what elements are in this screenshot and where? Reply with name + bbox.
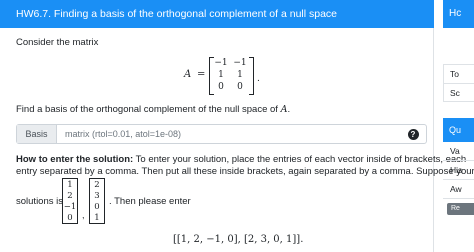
vector-separator: , xyxy=(82,210,85,220)
vector-entry: −1 xyxy=(63,202,77,212)
equals-sign: = xyxy=(197,69,206,80)
right-bracket xyxy=(249,57,254,95)
sidebar-item-awarded: Aw xyxy=(443,180,474,199)
matrix-cell: 1 xyxy=(218,70,224,80)
sidebar-header: Hc xyxy=(443,0,474,28)
example-vector-1: 1 2 −1 0 xyxy=(62,178,78,224)
matrix-cell: 1 xyxy=(237,70,243,80)
example-vector-2: 2 3 0 1 xyxy=(89,178,105,224)
instructions-line-1: How to enter the solution: To enter your… xyxy=(16,154,466,165)
vector-entry: 1 xyxy=(94,213,100,223)
question-mark-icon: ? xyxy=(407,128,419,140)
sidebar-info-total: To xyxy=(450,69,459,79)
sidebar-item-history[interactable]: His xyxy=(443,161,474,180)
matrix-cell: 0 xyxy=(218,82,224,92)
sidebar-info-card: To Sc xyxy=(443,64,474,102)
basis-label: Basis xyxy=(17,125,57,143)
sidebar-question-header: Qu xyxy=(443,118,474,142)
example-answer: [[1, 2, −1, 0], [2, 3, 0, 1]]. xyxy=(173,234,304,245)
help-button[interactable]: ? xyxy=(400,125,426,143)
then-enter-text: . Then please enter xyxy=(109,196,191,207)
question-card: HW6.7. Finding a basis of the orthogonal… xyxy=(0,0,474,252)
consider-text: Consider the matrix xyxy=(16,37,99,48)
vector-entry: 0 xyxy=(94,202,100,212)
vector-entry: 2 xyxy=(94,180,100,190)
instructions-text-1: To enter your solution, place the entrie… xyxy=(133,154,467,165)
solutions-is-text: solutions is xyxy=(16,196,63,207)
sidebar-divider xyxy=(444,83,474,84)
task-text: Find a basis of the orthogonal complemen… xyxy=(16,104,290,115)
matrix-cell: 0 xyxy=(237,82,243,92)
sidebar-info-score: Sc xyxy=(450,88,460,98)
instructions-heading: How to enter the solution: xyxy=(16,154,134,165)
matrix-equation: A = −1 −1 1 1 0 0 . xyxy=(184,56,274,96)
matrix-period: . xyxy=(257,74,260,84)
matrix-label: A xyxy=(184,69,192,80)
sidebar-item-value: Va xyxy=(443,142,474,161)
basis-input[interactable] xyxy=(57,125,400,143)
task-suffix: . xyxy=(287,104,291,115)
matrix-cell: −1 xyxy=(214,58,228,68)
instructions-line-2: entry separated by a comma. Then put all… xyxy=(16,166,474,177)
question-title: HW6.7. Finding a basis of the orthogonal… xyxy=(0,0,434,28)
vector-entry: 2 xyxy=(67,191,73,201)
vector-entry: 3 xyxy=(94,191,100,201)
answer-input-group: Basis ? xyxy=(16,124,427,144)
report-button[interactable]: Re xyxy=(447,203,474,215)
task-prefix: Find a basis of the orthogonal complemen… xyxy=(16,104,281,115)
matrix-cell: −1 xyxy=(233,58,247,68)
vector-entry: 1 xyxy=(67,180,73,190)
sidebar: Hc To Sc Qu Va His Aw Re xyxy=(443,0,474,252)
vector-entry: 0 xyxy=(67,213,73,223)
